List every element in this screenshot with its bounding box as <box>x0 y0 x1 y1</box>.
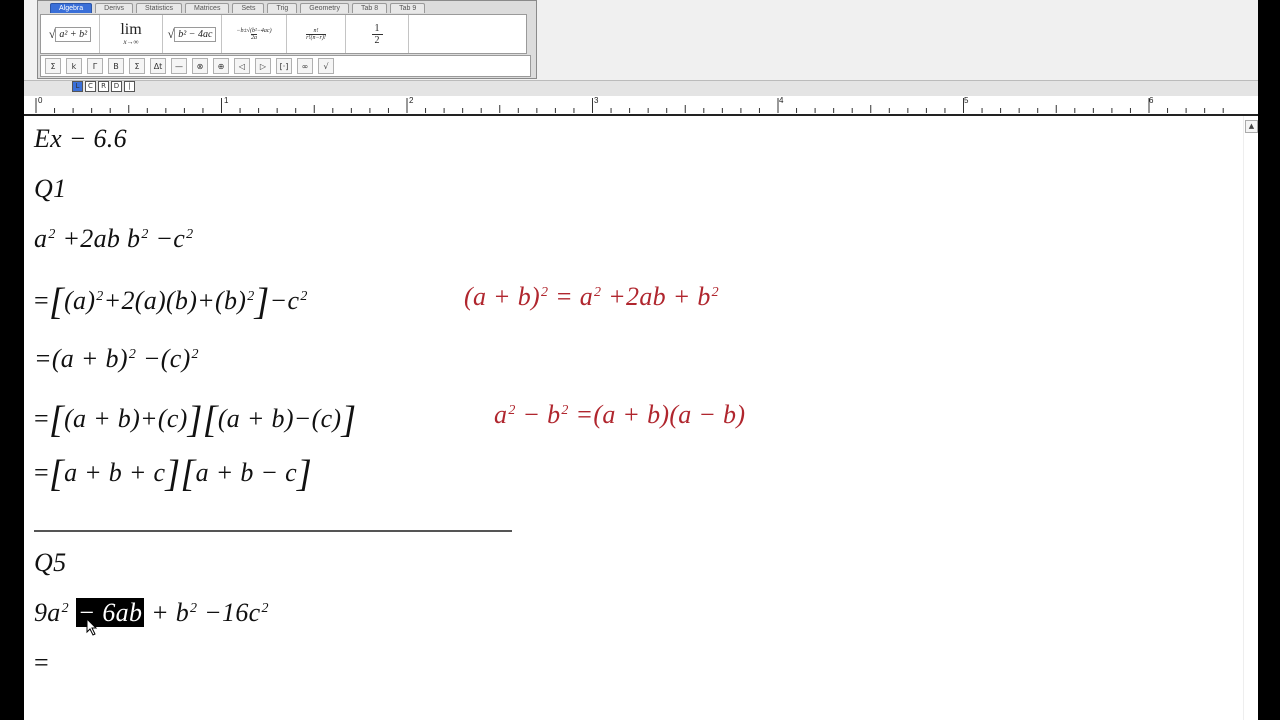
template-combination-bottom: r!(n−r)! <box>306 33 326 41</box>
dash-icon[interactable]: — <box>171 58 187 74</box>
template-palette: Algebra Derivs Statistics Matrices Sets … <box>37 0 537 79</box>
ruler[interactable]: 0 1 2 3 4 5 6 <box>24 96 1258 116</box>
template-limit[interactable]: lim x→∞ <box>100 15 163 53</box>
template-limit-sub: x→∞ <box>123 38 139 46</box>
question-1-label: Q1 <box>34 174 67 203</box>
tab-statistics[interactable]: Statistics <box>135 3 182 13</box>
radical-icon: √ <box>167 26 175 41</box>
q1-step-3: =[(a + b)+(c)][(a + b)−(c)] <box>34 399 357 441</box>
ruler-label-1: 1 <box>224 96 229 105</box>
ruler-label-5: 5 <box>964 96 969 105</box>
sum-icon[interactable]: Σ <box>129 58 145 74</box>
toolbar-blank-area <box>537 0 1258 81</box>
ruler-label-6: 6 <box>1149 96 1154 105</box>
brackets-icon[interactable]: [·] <box>276 58 292 74</box>
otimes-icon[interactable]: ⊗ <box>192 58 208 74</box>
tabstop-decimal[interactable]: D <box>111 81 122 92</box>
mouse-pointer-icon <box>86 618 98 636</box>
tabstop-left[interactable]: L <box>72 81 83 92</box>
tab-derivs[interactable]: Derivs <box>95 3 133 13</box>
scroll-up-arrow-icon[interactable]: ▲ <box>1245 120 1258 133</box>
identity-difference-of-squares: a2 − b2 =(a + b)(a − b) <box>494 400 746 429</box>
template-quadratic-formula[interactable]: −b±√(b²−4ac) 2a <box>222 15 287 53</box>
palette-tab-bar: Algebra Derivs Statistics Matrices Sets … <box>50 3 426 13</box>
q1-step-1: =[(a)2+2(a)(b)+(b)2]−c2 <box>34 281 308 323</box>
template-sqrt-sum[interactable]: √ a² + b² <box>41 15 100 53</box>
tabstop-right[interactable]: R <box>98 81 109 92</box>
k-symbol-icon[interactable]: k <box>66 58 82 74</box>
triangle-left-icon[interactable]: ◁ <box>234 58 250 74</box>
delta-t-icon[interactable]: Δt <box>150 58 166 74</box>
ruler-label-2: 2 <box>409 96 414 105</box>
ruler-label-4: 4 <box>779 96 784 105</box>
template-sqrt-disc-label: b² − 4ac <box>174 26 217 42</box>
toolbar-area: Algebra Derivs Statistics Matrices Sets … <box>24 0 1258 81</box>
template-sqrt-discriminant[interactable]: √ b² − 4ac <box>163 15 222 53</box>
math-editor-window: Algebra Derivs Statistics Matrices Sets … <box>24 0 1258 720</box>
section-divider <box>34 530 512 532</box>
tab-matrices[interactable]: Matrices <box>185 3 230 13</box>
fraction-denominator: 2 <box>371 33 383 46</box>
oplus-icon[interactable]: ⊕ <box>213 58 229 74</box>
q5-expression[interactable]: 9a2 − 6ab + b2 −16c2 <box>34 598 269 628</box>
template-fraction-half[interactable]: 1 2 <box>346 15 409 53</box>
q5-step-start[interactable]: = <box>34 648 49 678</box>
symbol-row: Σ k Γ B Σ Δt — ⊗ ⊕ ◁ ▷ [·] ∞ √ <box>40 55 531 77</box>
vertical-scrollbar[interactable]: ▲ <box>1243 116 1258 720</box>
question-5-label: Q5 <box>34 548 67 577</box>
q1-step-2: =(a + b)2 −(c)2 <box>34 344 199 373</box>
tab-algebra[interactable]: Algebra <box>50 3 93 13</box>
exercise-heading: Ex − 6.6 <box>34 124 127 153</box>
ruler-label-3: 3 <box>594 96 599 105</box>
tab-8[interactable]: Tab 8 <box>352 3 388 13</box>
template-empty-slot <box>409 15 526 53</box>
template-quadratic-bottom: 2a <box>251 33 257 41</box>
template-row: √ a² + b² lim x→∞ √ b² − 4ac −b±√(b²−4ac… <box>40 14 527 54</box>
tab-trig[interactable]: Trig <box>267 3 298 13</box>
template-limit-label: lim <box>120 21 142 38</box>
fraction-numerator: 1 <box>374 22 380 34</box>
beta-icon[interactable]: B <box>108 58 124 74</box>
tab-9[interactable]: Tab 9 <box>390 3 426 13</box>
radical-icon: √ <box>48 26 56 41</box>
identity-square-of-sum: (a + b)2 = a2 +2ab + b2 <box>464 282 719 311</box>
gamma-icon[interactable]: Γ <box>87 58 103 74</box>
sigma-icon[interactable]: Σ <box>45 58 61 74</box>
tab-stop-selector: L C R D | <box>72 81 135 92</box>
triangle-right-icon[interactable]: ▷ <box>255 58 271 74</box>
infinity-icon[interactable]: ∞ <box>297 58 313 74</box>
template-sqrt-sum-label: a² + b² <box>55 26 92 42</box>
tab-geometry[interactable]: Geometry <box>300 3 349 13</box>
ruler-label-0: 0 <box>38 96 43 105</box>
tabstop-center[interactable]: C <box>85 81 96 92</box>
template-combination[interactable]: n! r!(n−r)! <box>287 15 346 53</box>
q1-step-4: =[a + b + c][a + b − c] <box>34 453 313 495</box>
q1-expression: a2 +2ab b2 −c2 <box>34 224 194 253</box>
tabstop-bar[interactable]: | <box>124 81 135 92</box>
document-area[interactable]: Ex − 6.6 Q1 a2 +2ab b2 −c2 =[(a)2+2(a)(b… <box>24 116 1244 720</box>
sqrt-icon[interactable]: √ <box>318 58 334 74</box>
tab-sets[interactable]: Sets <box>232 3 265 13</box>
ruler-ticks <box>35 98 1224 113</box>
